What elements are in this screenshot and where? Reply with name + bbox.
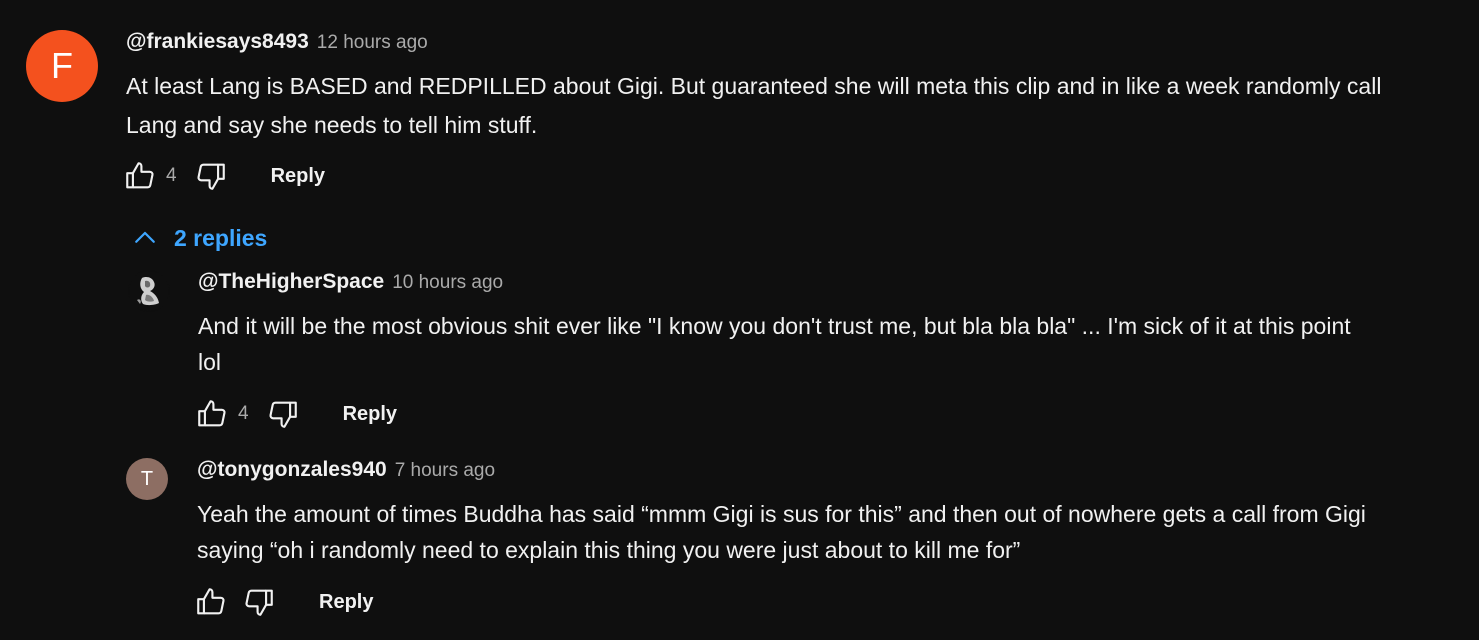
reply-button[interactable]: Reply bbox=[343, 403, 397, 426]
thumbs-up-icon bbox=[197, 588, 225, 615]
dislike-button[interactable] bbox=[239, 582, 279, 622]
like-count: 4 bbox=[238, 403, 249, 424]
reply-header: @tonygonzales940 7 hours ago bbox=[197, 458, 1366, 486]
reply-text-line: saying “oh i randomly need to explain th… bbox=[197, 537, 1021, 563]
thumbs-down-icon bbox=[245, 589, 273, 616]
reply-text-line: lol bbox=[198, 349, 222, 375]
reply-body: @TheHigherSpace 10 hours ago And it will… bbox=[198, 270, 1351, 434]
reply-body: @tonygonzales940 7 hours ago Yeah the am… bbox=[197, 458, 1366, 622]
dislike-button[interactable] bbox=[263, 394, 303, 434]
author-handle[interactable]: @frankiesays8493 bbox=[126, 30, 309, 54]
avatar[interactable]: T bbox=[126, 458, 168, 500]
replies-toggle[interactable]: 2 replies bbox=[130, 220, 267, 256]
comment-thread: F @frankiesays8493 12 hours ago At least… bbox=[26, 30, 1381, 196]
comment-text-line: Lang and say she needs to tell him stuff… bbox=[126, 112, 538, 138]
thumbs-up-icon bbox=[126, 162, 154, 189]
timestamp[interactable]: 12 hours ago bbox=[317, 32, 428, 54]
reply-text: Yeah the amount of times Buddha has said… bbox=[197, 496, 1366, 568]
comment-header: @frankiesays8493 12 hours ago bbox=[126, 30, 1381, 58]
comment-actions: 4 Reply bbox=[120, 156, 1381, 196]
dislike-button[interactable] bbox=[191, 156, 231, 196]
reply-text-line: Yeah the amount of times Buddha has said… bbox=[197, 501, 1366, 527]
thumbs-down-icon bbox=[269, 401, 297, 428]
timestamp[interactable]: 7 hours ago bbox=[395, 460, 495, 482]
reply-button[interactable]: Reply bbox=[319, 591, 373, 614]
thumbs-up-icon bbox=[198, 400, 226, 427]
avatar-letter: T bbox=[140, 467, 154, 490]
like-count: 4 bbox=[166, 165, 177, 186]
like-button[interactable] bbox=[192, 394, 232, 434]
replies-count-label: 2 replies bbox=[174, 224, 268, 251]
comment-body: @frankiesays8493 12 hours ago At least L… bbox=[126, 30, 1381, 196]
reply: T @tonygonzales940 7 hours ago Yeah the … bbox=[126, 458, 1366, 622]
avatar[interactable]: F bbox=[26, 30, 98, 102]
thumbs-down-icon bbox=[197, 163, 225, 190]
reply: @TheHigherSpace 10 hours ago And it will… bbox=[128, 270, 1351, 434]
reply-text: And it will be the most obvious shit eve… bbox=[198, 308, 1351, 380]
avatar-letter: F bbox=[51, 45, 73, 86]
avatar[interactable] bbox=[128, 270, 170, 312]
reply-actions: Reply bbox=[191, 582, 1366, 622]
comment-text-line: At least Lang is BASED and REDPILLED abo… bbox=[126, 73, 1382, 99]
author-handle[interactable]: @tonygonzales940 bbox=[197, 458, 387, 482]
comment-text: At least Lang is BASED and REDPILLED abo… bbox=[126, 68, 1381, 144]
chevron-up-icon bbox=[135, 231, 155, 243]
author-handle[interactable]: @TheHigherSpace bbox=[198, 270, 384, 294]
profile-image bbox=[129, 271, 169, 311]
reply-text-line: And it will be the most obvious shit eve… bbox=[198, 313, 1351, 339]
reply-header: @TheHigherSpace 10 hours ago bbox=[198, 270, 1351, 298]
like-button[interactable] bbox=[120, 156, 160, 196]
reply-button[interactable]: Reply bbox=[271, 165, 325, 188]
reply-actions: 4 Reply bbox=[192, 394, 1351, 434]
timestamp[interactable]: 10 hours ago bbox=[392, 272, 503, 294]
like-button[interactable] bbox=[191, 582, 231, 622]
